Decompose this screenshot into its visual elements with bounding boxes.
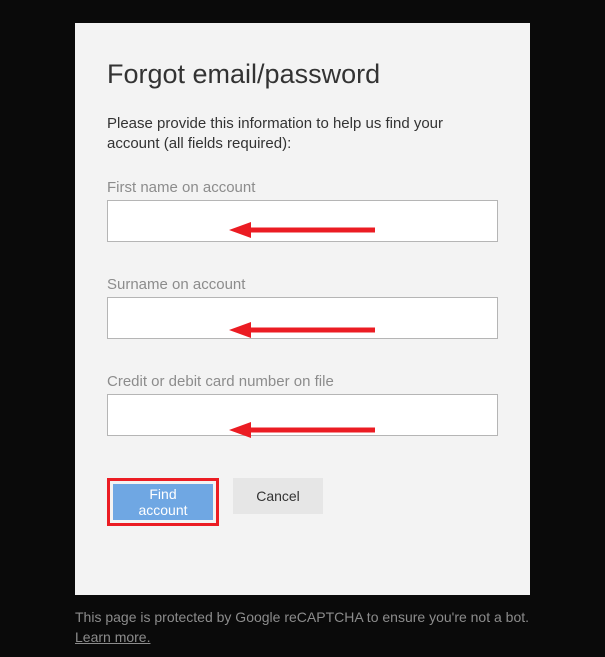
surname-field-group: Surname on account — [107, 276, 498, 339]
button-row: Find account Cancel — [107, 478, 498, 526]
forgot-password-panel: Forgot email/password Please provide thi… — [75, 23, 530, 595]
card-field-group: Credit or debit card number on file — [107, 373, 498, 436]
firstname-label: First name on account — [107, 179, 498, 196]
recaptcha-text: This page is protected by Google reCAPTC… — [75, 609, 529, 625]
recaptcha-footer: This page is protected by Google reCAPTC… — [75, 608, 535, 647]
firstname-field-group: First name on account — [107, 179, 498, 242]
find-account-button[interactable]: Find account — [113, 484, 213, 520]
surname-input[interactable] — [107, 297, 498, 339]
card-label: Credit or debit card number on file — [107, 373, 498, 390]
cancel-button[interactable]: Cancel — [233, 478, 323, 514]
firstname-input[interactable] — [107, 200, 498, 242]
card-input[interactable] — [107, 394, 498, 436]
surname-label: Surname on account — [107, 276, 498, 293]
find-account-highlight: Find account — [107, 478, 219, 526]
page-subtitle: Please provide this information to help … — [107, 114, 498, 155]
learn-more-link[interactable]: Learn more. — [75, 629, 150, 645]
page-title: Forgot email/password — [107, 59, 498, 90]
